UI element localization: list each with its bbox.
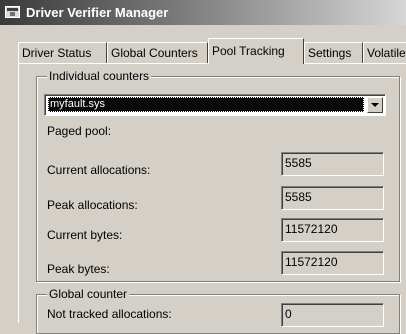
- driver-select-value: myfault.sys: [48, 97, 364, 112]
- driver-select[interactable]: myfault.sys: [44, 94, 386, 116]
- current-bytes-label: Current bytes:: [47, 228, 123, 242]
- chevron-down-icon: [371, 103, 379, 107]
- not-tracked-allocations-value: 0: [281, 303, 384, 327]
- paged-pool-label: Paged pool:: [47, 124, 112, 138]
- not-tracked-allocations-label: Not tracked allocations:: [47, 307, 172, 321]
- tab-volatile[interactable]: Volatile: [363, 42, 406, 63]
- current-allocations-label: Current allocations:: [47, 163, 151, 177]
- tab-pool-tracking[interactable]: Pool Tracking: [208, 38, 304, 64]
- current-allocations-value: 5585: [281, 152, 384, 176]
- driver-select-dropdown-button[interactable]: [367, 97, 383, 113]
- peak-bytes-label: Peak bytes:: [47, 262, 110, 276]
- tab-global-counters[interactable]: Global Counters: [107, 42, 208, 63]
- current-bytes-value: 11572120: [281, 218, 384, 242]
- title-bar: Driver Verifier Manager: [0, 0, 406, 25]
- tab-settings[interactable]: Settings: [304, 42, 363, 63]
- app-icon: [5, 6, 20, 18]
- peak-allocations-label: Peak allocations:: [47, 198, 138, 212]
- individual-counters-title: Individual counters: [47, 69, 152, 83]
- peak-allocations-value: 5585: [281, 186, 384, 210]
- global-counter-title: Global counter: [47, 287, 130, 301]
- window-title: Driver Verifier Manager: [26, 5, 169, 20]
- tab-driver-status[interactable]: Driver Status: [18, 42, 107, 63]
- peak-bytes-value: 11572120: [281, 251, 384, 275]
